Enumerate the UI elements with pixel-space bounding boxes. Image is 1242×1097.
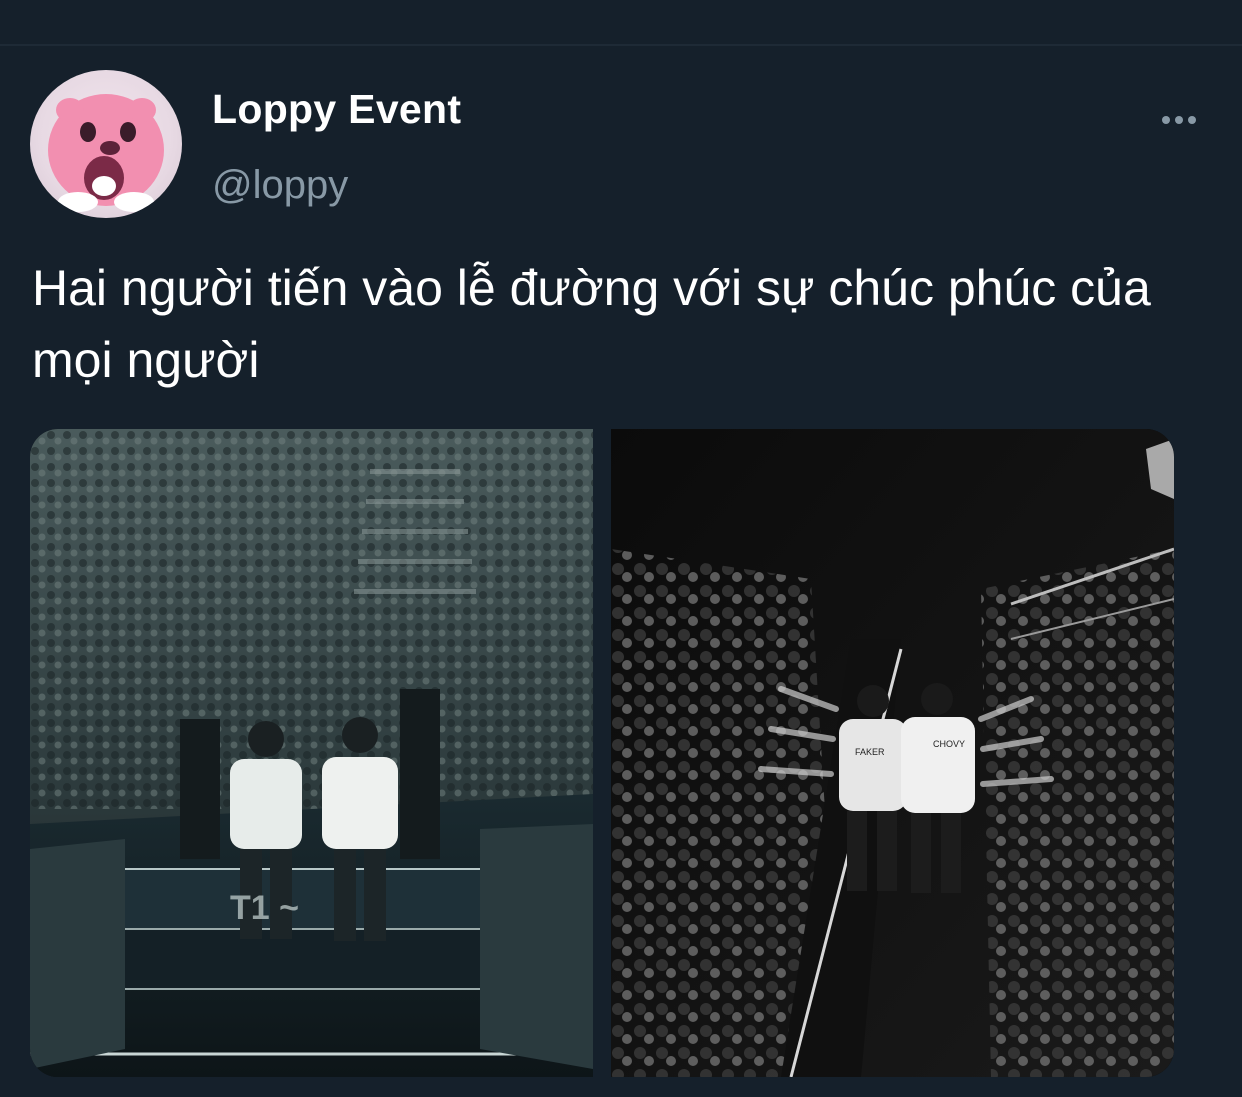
- avatar[interactable]: [30, 70, 182, 218]
- more-horizontal-icon: [1162, 116, 1170, 124]
- tweet-photo-walkway[interactable]: FAKER CHOVY: [611, 429, 1174, 1077]
- header-divider: [0, 44, 1242, 46]
- stage-photo-image: T1 ~: [30, 429, 593, 1077]
- tweet-text: Hai người tiến vào lễ đường với sự chúc …: [32, 260, 1151, 388]
- more-horizontal-icon: [1188, 116, 1196, 124]
- user-handle[interactable]: @loppy: [212, 163, 348, 208]
- jersey-label-left: FAKER: [855, 747, 885, 757]
- more-horizontal-icon: [1175, 116, 1183, 124]
- svg-text:T1 ~: T1 ~: [230, 889, 299, 927]
- avatar-image: [48, 94, 164, 212]
- display-name[interactable]: Loppy Event: [212, 86, 461, 133]
- walkway-photo-image: FAKER CHOVY: [611, 429, 1174, 1077]
- tweet-photo-stage[interactable]: T1 ~: [30, 429, 593, 1077]
- jersey-label-right: CHOVY: [933, 739, 965, 749]
- more-options-button[interactable]: [1152, 100, 1206, 140]
